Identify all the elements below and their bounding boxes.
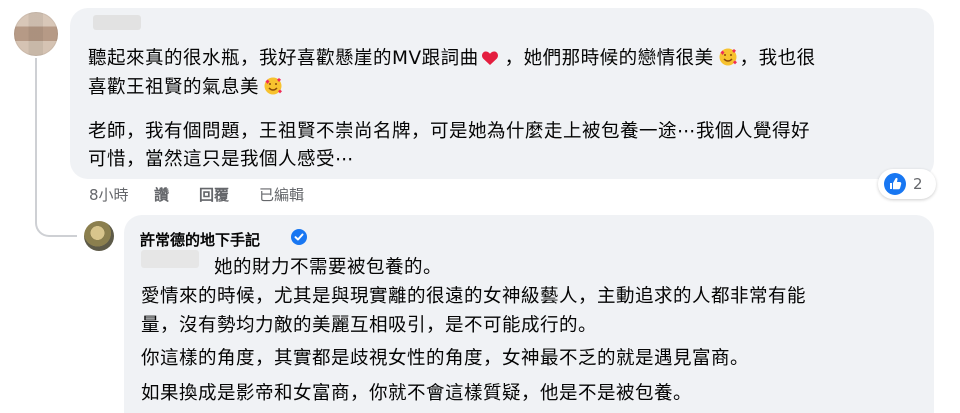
comment-line-3: 老師，我有個問題，王祖賢不崇尚名牌，可是她為什麼走上被包養一途⋯我個人覺得好 [88,121,811,142]
reply-line-5: 如果換成是影帝和女富商，你就不會這樣質疑，他是不是被包養。 [141,383,693,404]
smiling-face-with-hearts-icon [719,48,737,66]
commenter-avatar[interactable] [14,12,58,56]
comment-line-4: 可惜，當然這只是我個人感受⋯ [88,149,355,170]
blurred-mentioned-name[interactable] [141,250,199,268]
smiling-face-with-hearts-icon [264,77,283,95]
reply-button[interactable]: 回覆 [199,184,229,205]
reply-author-name[interactable]: 許常德的地下手記 [140,229,260,250]
comment-line-1: 聽起來真的很水瓶，我好喜歡懸崖的MV跟詞曲 ，她們那時候的戀情很美 ，我也很 [88,48,816,69]
reply-line-4: 你這樣的角度，其實都是歧視女性的角度，女神最不乏的就是遇見富商。 [141,348,750,369]
edited-label: 已編輯 [259,186,305,204]
like-reaction-icon [884,173,906,195]
reply-line-1: 她的財力不需要被包養的。 [214,257,443,278]
reaction-count: 2 [913,175,923,193]
like-button[interactable]: 讚 [154,184,169,205]
comment-time[interactable]: 8小時 [89,184,129,205]
reply-line-3: 量，沒有勢均力敵的美麗互相吸引，是不可能成行的。 [141,315,598,336]
verified-badge-icon [291,229,307,245]
author-avatar[interactable] [84,221,114,251]
heart-icon [481,51,498,65]
reaction-summary[interactable]: 2 [878,169,936,199]
comment-line-2: 喜歡王祖賢的氣息美 [88,74,285,101]
blurred-commenter-name[interactable] [93,15,141,30]
reply-line-2: 愛情來的時候，尤其是與現實離的很遠的女神級藝人，主動追求的人都非常有能 [141,286,807,307]
